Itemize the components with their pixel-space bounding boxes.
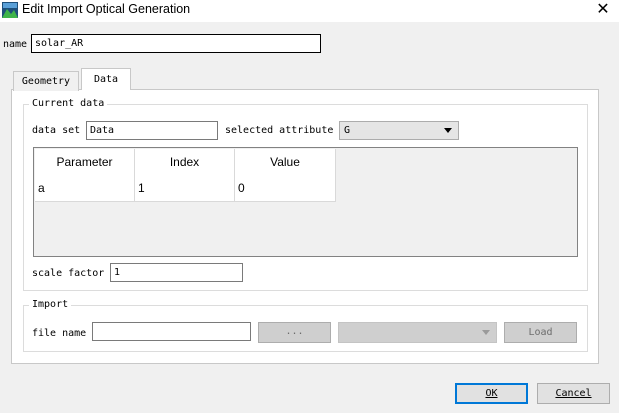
current-data-title: Current data: [29, 98, 108, 110]
scale-factor-label: scale factor: [32, 268, 105, 279]
import-format-select[interactable]: [338, 322, 497, 343]
cancel-button-label: Cancel: [555, 388, 592, 399]
ok-button-label: OK: [485, 388, 498, 399]
name-field[interactable]: solar_AR: [31, 34, 321, 53]
chevron-down-icon: [482, 330, 490, 335]
column-header-index[interactable]: Index: [135, 149, 235, 176]
tab-data[interactable]: Data: [81, 68, 131, 90]
dataset-label: data set: [32, 125, 81, 136]
column-header-parameter[interactable]: Parameter: [35, 149, 135, 176]
browse-button[interactable]: ...: [258, 322, 331, 343]
parameter-table[interactable]: Parameter Index Value a 1 0: [33, 147, 578, 257]
app-icon: [2, 2, 18, 18]
close-icon[interactable]: ✕: [589, 0, 617, 20]
ok-button[interactable]: OK: [455, 383, 528, 404]
dataset-field[interactable]: Data: [86, 121, 218, 140]
load-button[interactable]: Load: [504, 322, 577, 343]
table-cell-index[interactable]: 1: [135, 175, 235, 202]
cancel-button[interactable]: Cancel: [537, 383, 610, 404]
file-name-label: file name: [32, 328, 87, 339]
file-name-field[interactable]: [92, 322, 251, 341]
column-header-value[interactable]: Value: [235, 149, 336, 176]
scale-factor-field[interactable]: 1: [110, 263, 243, 282]
attribute-label: selected attribute: [225, 125, 334, 136]
attribute-select-value: G: [344, 125, 351, 136]
table-cell-parameter[interactable]: a: [35, 175, 135, 202]
name-label: name: [3, 39, 28, 50]
attribute-select[interactable]: G: [339, 121, 459, 140]
window-title: Edit Import Optical Generation: [22, 2, 191, 16]
import-title: Import: [29, 299, 72, 311]
table-cell-value[interactable]: 0: [235, 175, 336, 202]
tab-geometry[interactable]: Geometry: [13, 71, 79, 91]
chevron-down-icon: [444, 128, 452, 133]
